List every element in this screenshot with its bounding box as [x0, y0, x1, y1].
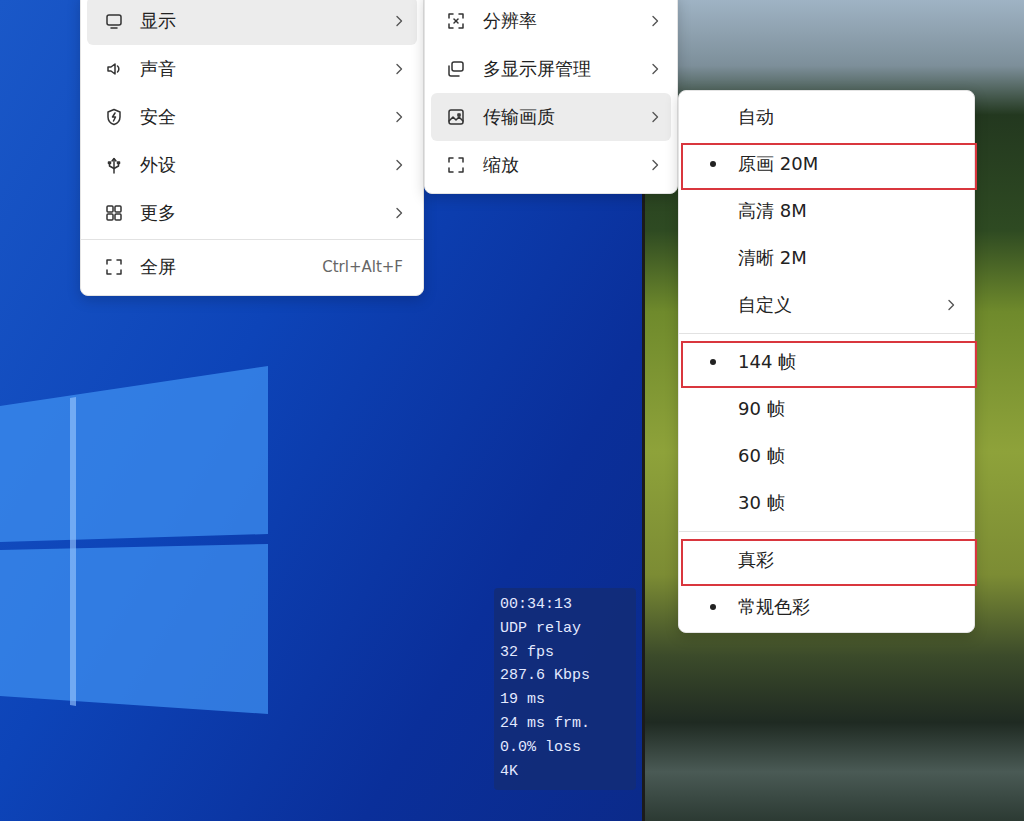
annotation-box [681, 143, 977, 190]
option-item[interactable]: 常规色彩 [685, 583, 968, 630]
menu-item[interactable]: 安全 [87, 93, 417, 141]
annotation-box [681, 341, 977, 388]
menu-item[interactable]: 显示 [87, 0, 417, 45]
annotation-box [681, 539, 977, 586]
fullscreen-icon [105, 258, 123, 276]
option-item[interactable]: 90 帧 [685, 385, 968, 432]
menu-item[interactable]: 声音 [87, 45, 417, 93]
speaker-icon [105, 60, 123, 78]
stats-line: UDP relay [500, 617, 630, 641]
menu-item-label: 分辨率 [483, 9, 633, 33]
option-label: 原画 20M [738, 152, 955, 176]
fullscreen-item[interactable]: 全屏 Ctrl+Alt+F [87, 243, 417, 291]
option-item[interactable]: 60 帧 [685, 432, 968, 479]
option-item[interactable]: 真彩 [685, 536, 968, 583]
windows-logo-icon [0, 366, 270, 726]
menu-item-label: 更多 [140, 201, 378, 225]
shield-icon [105, 108, 123, 126]
option-item[interactable]: 自动 [685, 93, 968, 140]
stats-line: 32 fps [500, 641, 630, 665]
option-item[interactable]: 高清 8M [685, 187, 968, 234]
option-label: 60 帧 [738, 444, 955, 468]
chevron-right-icon [651, 15, 659, 27]
selected-dot-icon [710, 161, 716, 167]
usb-icon [105, 156, 123, 174]
option-label: 自动 [738, 105, 955, 129]
stats-line: 00:34:13 [500, 593, 630, 617]
chevron-right-icon [395, 111, 403, 123]
chevron-right-icon [651, 159, 659, 171]
option-label: 144 帧 [738, 350, 955, 374]
option-label: 常规色彩 [738, 595, 955, 619]
stats-line: 4K [500, 760, 630, 784]
option-label: 清晰 2M [738, 246, 955, 270]
option-label: 90 帧 [738, 397, 955, 421]
menu-separator [679, 333, 974, 334]
menu-item[interactable]: 外设 [87, 141, 417, 189]
menu-item-label: 外设 [140, 153, 378, 177]
selected-dot-icon [710, 359, 716, 365]
option-item[interactable]: 144 帧 [685, 338, 968, 385]
stats-line: 287.6 Kbps [500, 664, 630, 688]
remote-desktop-screen: 00:34:13UDP relay32 fps287.6 Kbps19 ms24… [0, 0, 1024, 821]
menu-item[interactable]: 更多 [87, 189, 417, 237]
menu-item[interactable]: 传输画质 [431, 93, 671, 141]
menu-item[interactable]: 多显示屏管理 [431, 45, 671, 93]
chevron-right-icon [651, 111, 659, 123]
resolution-icon [447, 12, 465, 30]
stats-overlay: 00:34:13UDP relay32 fps287.6 Kbps19 ms24… [494, 588, 636, 790]
menu-item-label: 缩放 [483, 153, 633, 177]
image-quality-icon [447, 108, 465, 126]
option-label: 高清 8M [738, 199, 955, 223]
menu-item-label: 传输画质 [483, 105, 633, 129]
stats-line: 0.0% loss [500, 736, 630, 760]
chevron-right-icon [651, 63, 659, 75]
menu-separator [81, 239, 423, 240]
menu-item[interactable]: 分辨率 [431, 0, 671, 45]
option-label: 自定义 [738, 293, 947, 317]
menu-item-label: 声音 [140, 57, 378, 81]
chevron-right-icon [395, 207, 403, 219]
selected-dot-icon [710, 604, 716, 610]
radio-slot [705, 359, 738, 365]
quality-submenu: 自动原画 20M 高清 8M 清晰 2M 自定义 144 帧 90 帧 60 帧 30 帧真彩… [678, 90, 975, 633]
chevron-right-icon [395, 63, 403, 75]
option-label: 30 帧 [738, 491, 955, 515]
option-item[interactable]: 自定义 [685, 281, 968, 328]
menu-item-label: 全屏 [140, 255, 305, 279]
option-label: 真彩 [738, 548, 955, 572]
main-menu: 显示声音安全外设更多全屏 Ctrl+Alt+F [80, 0, 424, 296]
menu-item-label: 多显示屏管理 [483, 57, 633, 81]
multi-display-icon [447, 60, 465, 78]
scale-icon [447, 156, 465, 174]
monitor-icon [105, 12, 123, 30]
grid-icon [105, 204, 123, 222]
stats-line: 24 ms frm. [500, 712, 630, 736]
option-item[interactable]: 原画 20M [685, 140, 968, 187]
option-item[interactable]: 30 帧 [685, 479, 968, 526]
stats-line: 19 ms [500, 688, 630, 712]
shortcut-label: Ctrl+Alt+F [322, 258, 403, 276]
chevron-right-icon [395, 15, 403, 27]
menu-item-label: 安全 [140, 105, 378, 129]
option-item[interactable]: 清晰 2M [685, 234, 968, 281]
radio-slot [705, 161, 738, 167]
chevron-right-icon [947, 299, 955, 311]
menu-item-label: 显示 [140, 9, 378, 33]
chevron-right-icon [395, 159, 403, 171]
display-submenu: 分辨率多显示屏管理传输画质缩放 [424, 0, 678, 194]
radio-slot [705, 604, 738, 610]
menu-separator [679, 531, 974, 532]
menu-item[interactable]: 缩放 [431, 141, 671, 189]
